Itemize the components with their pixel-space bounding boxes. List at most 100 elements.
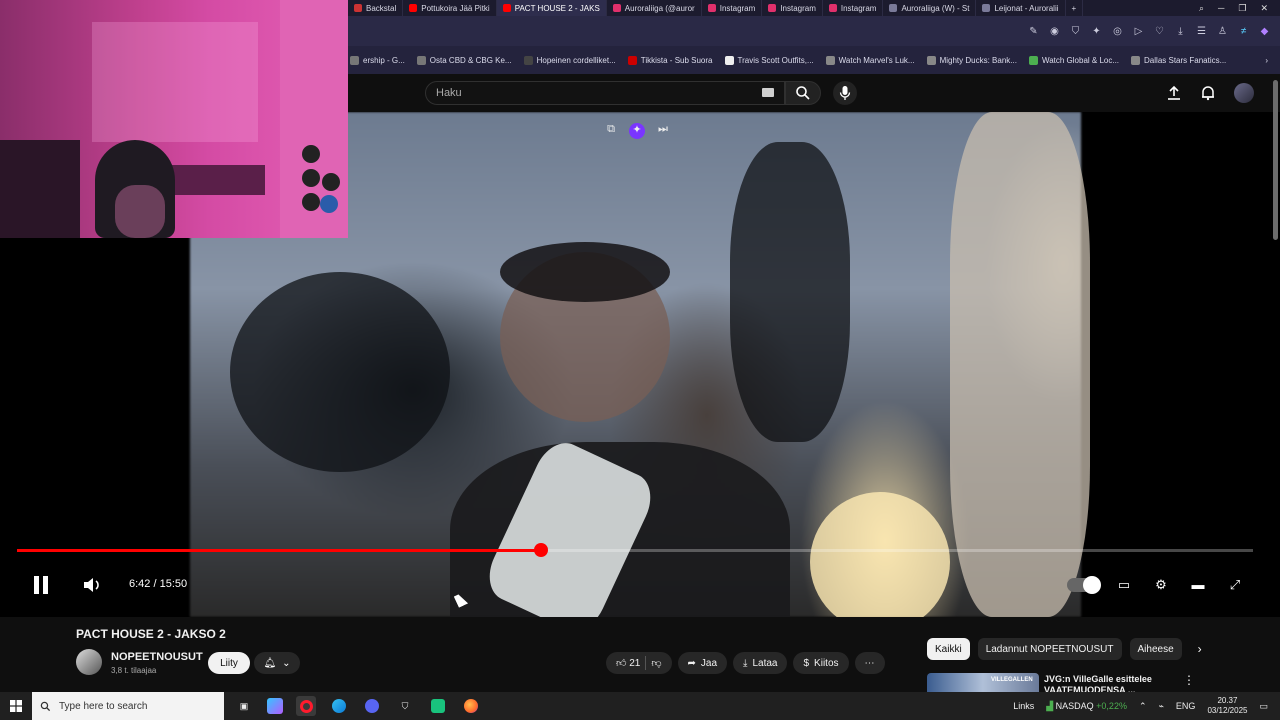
opera-browser-icon[interactable] (296, 696, 316, 716)
browser-tab[interactable]: Auroraliiga (@auror (607, 0, 702, 16)
green-app-icon[interactable] (428, 696, 448, 716)
start-button[interactable] (0, 692, 32, 720)
minimize-icon[interactable]: ─ (1218, 3, 1224, 14)
bookmark[interactable]: ership - G... (350, 55, 405, 65)
search-icon (796, 86, 810, 100)
discord-icon[interactable] (362, 696, 382, 716)
speed-dial-icon[interactable]: ◎ (1112, 26, 1123, 37)
clock[interactable]: 20.37 03/12/2025 (1207, 696, 1247, 716)
bookmark[interactable]: Travis Scott Outfits,... (724, 55, 814, 65)
keyboard-icon[interactable] (762, 88, 774, 97)
bookmark-favicon-icon (416, 55, 426, 65)
account-icon[interactable]: ♙ (1217, 26, 1228, 37)
bookmark[interactable]: Dallas Stars Fanatics... (1131, 55, 1226, 65)
bell-ring-icon: 🔔︎ (263, 657, 277, 669)
notifications-bell-icon[interactable] (1200, 85, 1216, 101)
browser-tab[interactable]: Auroraliiga (W) - St (883, 0, 977, 16)
channel-avatar[interactable] (76, 649, 102, 675)
copilot-icon[interactable] (267, 698, 283, 714)
browser-tab[interactable]: Instagram (823, 0, 884, 16)
channel-name[interactable]: NOPEETNOUSUT (111, 651, 203, 663)
restore-icon[interactable]: ❐ (1238, 3, 1246, 14)
links-toolbar[interactable]: Links (1013, 701, 1034, 711)
join-button[interactable]: Liity (208, 652, 250, 674)
recommended-video[interactable]: VILLEGALLEN JVG:n VilleGalle esittelee V… (927, 673, 1267, 695)
windows-taskbar: Type here to search ▣ ⛉ Links ▟ NASDAQ +… (0, 692, 1280, 720)
bookmark[interactable]: Tikkista - Sub Suora (627, 55, 713, 65)
more-vertical-icon[interactable]: ⋮ (1183, 673, 1195, 687)
more-actions-button[interactable]: ⋯ (854, 652, 885, 674)
share-button[interactable]: ➦ Jaa (677, 652, 728, 674)
bookmark-favicon-icon (825, 55, 835, 65)
menu-icon[interactable]: ☰ (1196, 26, 1207, 37)
like-button[interactable]: 👍︎ 21 (616, 657, 640, 669)
progress-bar[interactable] (17, 543, 1253, 557)
recommended-thumbnail[interactable]: VILLEGALLEN (927, 673, 1039, 692)
bookmark[interactable]: Watch Global & Loc... (1028, 55, 1119, 65)
edit-icon[interactable]: ✎ (1028, 26, 1039, 37)
browser-tab[interactable]: Pottukoira Jää Pitki (403, 0, 497, 16)
extensions-icon[interactable]: ✦ (1091, 26, 1102, 37)
shield-app-icon[interactable]: ⛉ (395, 696, 415, 716)
webcam-chair (0, 140, 80, 238)
page-scrollbar[interactable] (1273, 80, 1278, 240)
thanks-button[interactable]: $ Kiitos (793, 652, 849, 674)
browser-tab[interactable]: Instagram (762, 0, 823, 16)
download-icon[interactable]: ⤓ (1175, 26, 1186, 37)
network-icon[interactable]: ⌁ (1159, 701, 1164, 712)
search-tabs-icon[interactable]: ⌕ (1199, 3, 1204, 14)
firefox-icon[interactable] (461, 696, 481, 716)
chevron-up-icon[interactable]: ⌃ (1139, 701, 1147, 712)
tab-label: Auroraliiga (W) - St (901, 3, 970, 13)
task-view-icon[interactable]: ▣ (234, 696, 254, 716)
volume-button[interactable] (82, 576, 102, 594)
bookmarks-bar: ership - G... Osta CBD & CBG Ke... Hopei… (348, 46, 1280, 74)
close-icon[interactable]: ✕ (1260, 3, 1268, 14)
download-button[interactable]: ⤓ Lataa (733, 652, 788, 674)
bookmark[interactable]: Mighty Ducks: Bank... (926, 55, 1017, 65)
browser-tab[interactable]: Leijonat - Auroralii (976, 0, 1066, 16)
bookmarks-more-button[interactable]: › (1265, 56, 1280, 65)
chip-related[interactable]: Aiheese (1129, 638, 1182, 660)
upload-icon[interactable] (1166, 85, 1182, 101)
pause-button[interactable] (32, 576, 50, 594)
search-button[interactable] (785, 81, 821, 105)
bookmark-label: Osta CBD & CBG Ke... (429, 55, 512, 65)
chip-all[interactable]: Kaikki (927, 638, 970, 660)
browser-tab[interactable]: Backstal (348, 0, 404, 16)
language-indicator[interactable]: ENG (1176, 701, 1196, 711)
taskbar-search-placeholder: Type here to search (59, 700, 148, 712)
bookmark[interactable]: Osta CBD & CBG Ke... (416, 55, 512, 65)
ai-sparkle-icon[interactable]: ✦ (629, 123, 645, 139)
fullscreen-icon[interactable]: ⤢ (1225, 575, 1245, 595)
new-tab-button[interactable]: + (1066, 0, 1084, 16)
browser-tab[interactable]: Instagram (702, 0, 763, 16)
play-icon[interactable]: ▷ (1133, 26, 1144, 37)
heart-icon[interactable]: ♡ (1154, 26, 1165, 37)
cube-icon[interactable]: ◆ (1259, 26, 1270, 37)
bookmark[interactable]: Watch Marvel's Luk... (825, 55, 915, 65)
chevron-right-icon[interactable]: › (1190, 642, 1210, 656)
ai-icon[interactable]: ≠ (1238, 26, 1249, 37)
autoplay-toggle[interactable] (1067, 576, 1101, 594)
notifications-icon[interactable]: ▭ (1259, 701, 1268, 712)
account-avatar[interactable] (1234, 83, 1254, 103)
subtitles-icon[interactable]: ▭ (1114, 575, 1134, 595)
chip-uploaded-by[interactable]: Ladannut NOPEETNOUSUT (977, 638, 1122, 660)
copy-icon[interactable]: ⧉ (603, 123, 619, 139)
taskbar-search-input[interactable]: Type here to search (32, 692, 224, 720)
edge-browser-icon[interactable] (329, 696, 349, 716)
scrubber-handle[interactable] (534, 543, 549, 557)
search-input[interactable]: Haku (425, 81, 785, 105)
browser-tab-active[interactable]: PACT HOUSE 2 - JAKS (496, 0, 607, 16)
dislike-button[interactable]: 👎︎ (651, 657, 661, 669)
bookmark[interactable]: Hopeinen cordelliket... (523, 55, 616, 65)
settings-gear-icon[interactable]: ⚙ (1151, 575, 1171, 595)
voice-search-button[interactable] (833, 81, 857, 105)
camera-icon[interactable]: ◉ (1049, 26, 1060, 37)
stock-ticker[interactable]: ▟ NASDAQ +0,22% (1046, 701, 1127, 712)
skip-icon[interactable]: ⏭ (655, 123, 671, 139)
theater-mode-icon[interactable]: ▬ (1188, 575, 1208, 595)
shield-icon[interactable]: ⛉ (1070, 26, 1081, 37)
subscription-bell-button[interactable]: 🔔︎ ⌄ (254, 652, 300, 674)
